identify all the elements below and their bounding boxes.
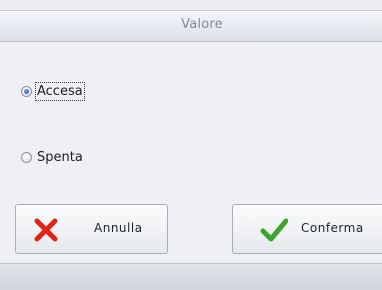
x-icon (34, 218, 58, 242)
checkmark-icon (260, 218, 288, 242)
radio-option-accesa[interactable]: Accesa (21, 82, 85, 101)
radio-label-spenta: Spenta (37, 150, 83, 165)
confirm-button-label: Conferma (301, 221, 364, 235)
radio-label-accesa: Accesa (35, 82, 85, 101)
radio-button-unchecked[interactable] (21, 152, 32, 163)
value-dialog: Valore Accesa Spenta Annulla Conferma (0, 0, 382, 290)
radio-button-checked[interactable] (21, 86, 32, 97)
dialog-title-bar: Valore (0, 10, 382, 42)
cancel-button[interactable]: Annulla (15, 204, 168, 254)
cancel-button-label: Annulla (94, 221, 143, 235)
confirm-button[interactable]: Conferma (232, 204, 382, 254)
dialog-title: Valore (181, 17, 223, 32)
dialog-footer (0, 263, 382, 290)
radio-option-spenta[interactable]: Spenta (21, 149, 84, 166)
